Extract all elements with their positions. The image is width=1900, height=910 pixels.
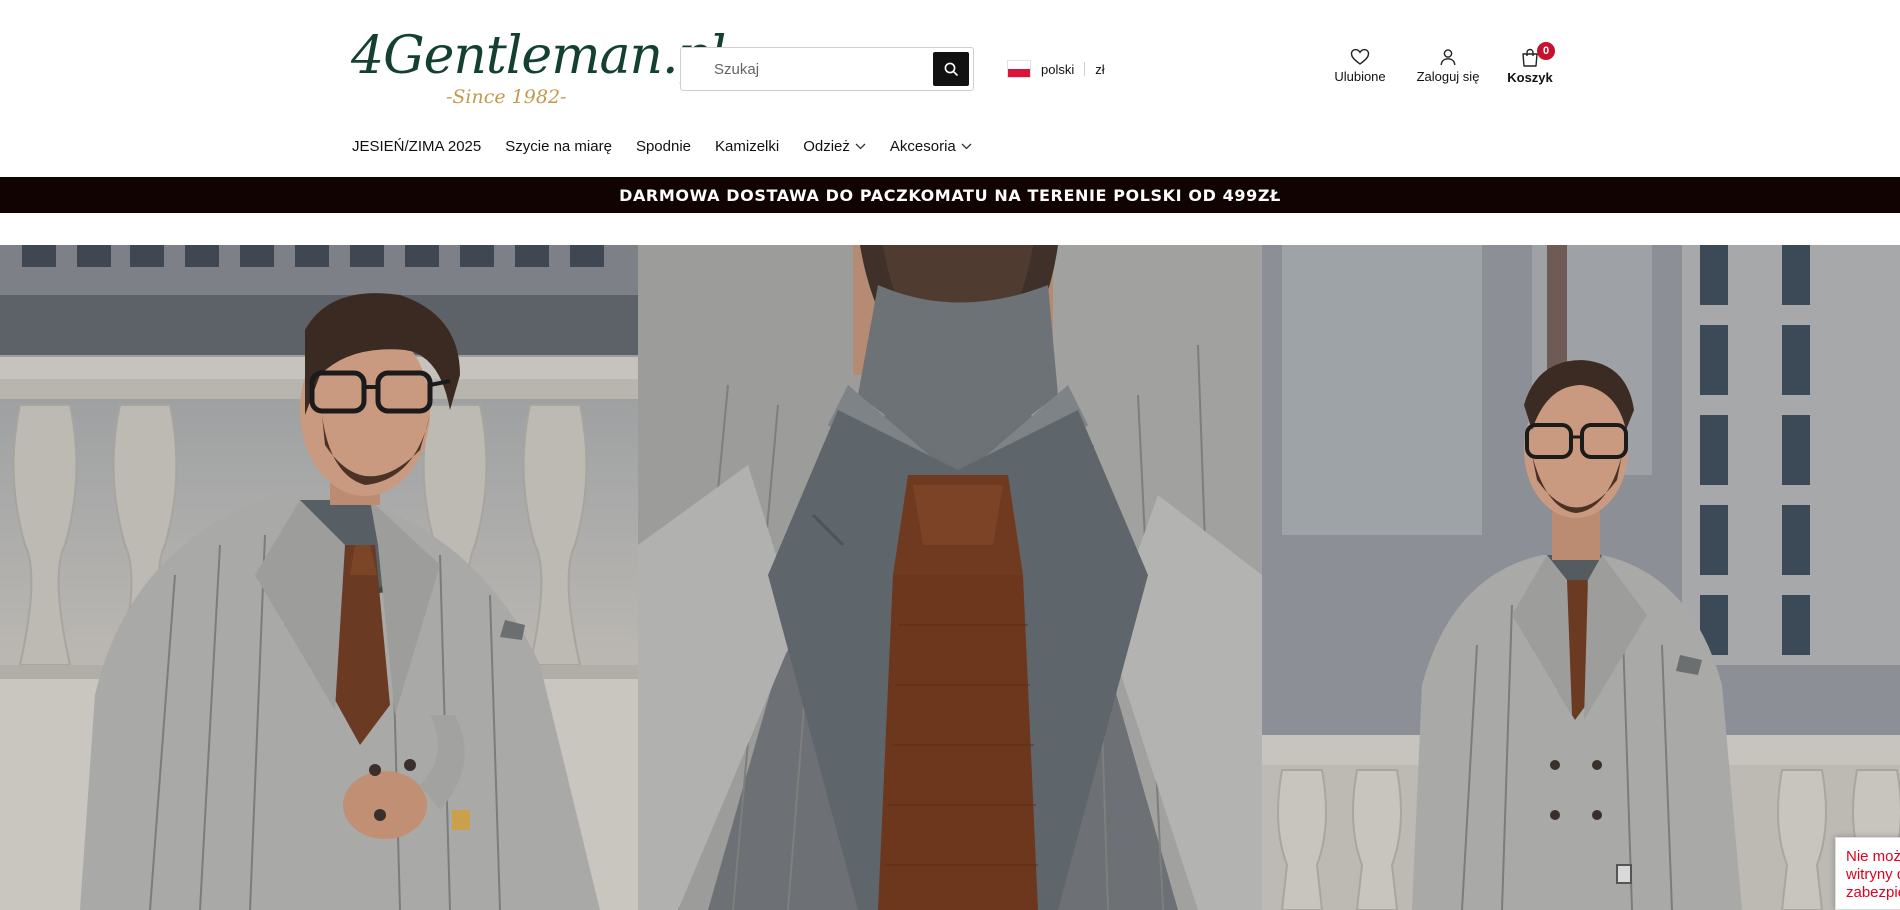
promo-text: DARMOWA DOSTAWA DO PACZKOMATU NA TERENIE…: [619, 185, 1281, 205]
site-header: 4Gentleman.pl -Since 1982- polski zł Ulu…: [0, 0, 1900, 177]
hero-photo-center: [638, 245, 1262, 910]
cart-count-badge: 0: [1537, 42, 1555, 60]
hero-photo-right: [1262, 245, 1900, 910]
login-link[interactable]: Zaloguj się: [1415, 48, 1481, 84]
cart-link[interactable]: Koszyk 0: [1507, 42, 1555, 85]
cart-label: Koszyk: [1507, 70, 1553, 85]
promo-banner: DARMOWA DOSTAWA DO PACZKOMATU NA TERENIE…: [0, 177, 1900, 213]
nav-item-szycie-na-miare[interactable]: Szycie na miarę: [505, 138, 612, 155]
cookie-notice[interactable]: Nie możn witryny d zabezpie: [1835, 837, 1900, 910]
hero-banner[interactable]: [0, 245, 1900, 910]
favorites-link[interactable]: Ulubione: [1332, 48, 1388, 84]
search-box: [680, 47, 974, 91]
login-label: Zaloguj się: [1416, 69, 1480, 84]
heart-icon: [1350, 48, 1370, 65]
logo-tagline: -Since 1982-: [446, 86, 567, 108]
search-icon: [944, 62, 958, 76]
search-input[interactable]: [682, 49, 932, 89]
nav-item-label: JESIEŃ/ZIMA 2025: [352, 138, 482, 155]
hero-photo-left: [0, 245, 638, 910]
cookie-notice-line: zabezpie: [1846, 884, 1900, 901]
nav-item-label: Kamizelki: [715, 138, 780, 155]
hero-photo-right-image: [1262, 245, 1900, 910]
locale-switcher[interactable]: polski zł: [1007, 60, 1105, 78]
favorites-label: Ulubione: [1334, 69, 1386, 84]
chevron-down-icon: [961, 143, 972, 150]
search-button[interactable]: [933, 52, 969, 86]
nav-item-label: Odzież: [803, 138, 850, 155]
cookie-notice-line: Nie możn: [1846, 848, 1900, 865]
locale-divider: [1084, 62, 1086, 76]
currency-label: zł: [1095, 61, 1105, 77]
language-label: polski: [1041, 61, 1075, 77]
hero-photo-left-image: [0, 245, 638, 910]
logo-wordmark: 4Gentleman.pl: [351, 26, 726, 86]
nav-item-spodnie[interactable]: Spodnie: [636, 138, 691, 155]
nav-item-kamizelki[interactable]: Kamizelki: [715, 138, 779, 155]
user-icon: [1440, 49, 1456, 66]
chevron-down-icon: [855, 143, 866, 150]
hero-photo-center-image: [638, 245, 1262, 910]
site-logo[interactable]: 4Gentleman.pl -Since 1982-: [351, 26, 726, 112]
nav-item-odziez[interactable]: Odzież: [803, 138, 866, 155]
nav-item-label: Szycie na miarę: [505, 138, 612, 155]
poland-flag-icon: [1007, 60, 1031, 78]
nav-item-label: Spodnie: [635, 138, 692, 155]
nav-item-akcesoria[interactable]: Akcesoria: [890, 138, 972, 155]
nav-item-jesien-zima[interactable]: JESIEŃ/ZIMA 2025: [352, 138, 481, 155]
main-navigation: JESIEŃ/ZIMA 2025 Szycie na miarę Spodnie…: [352, 138, 996, 155]
nav-item-label: Akcesoria: [889, 138, 956, 155]
cookie-notice-line: witryny d: [1846, 866, 1900, 883]
